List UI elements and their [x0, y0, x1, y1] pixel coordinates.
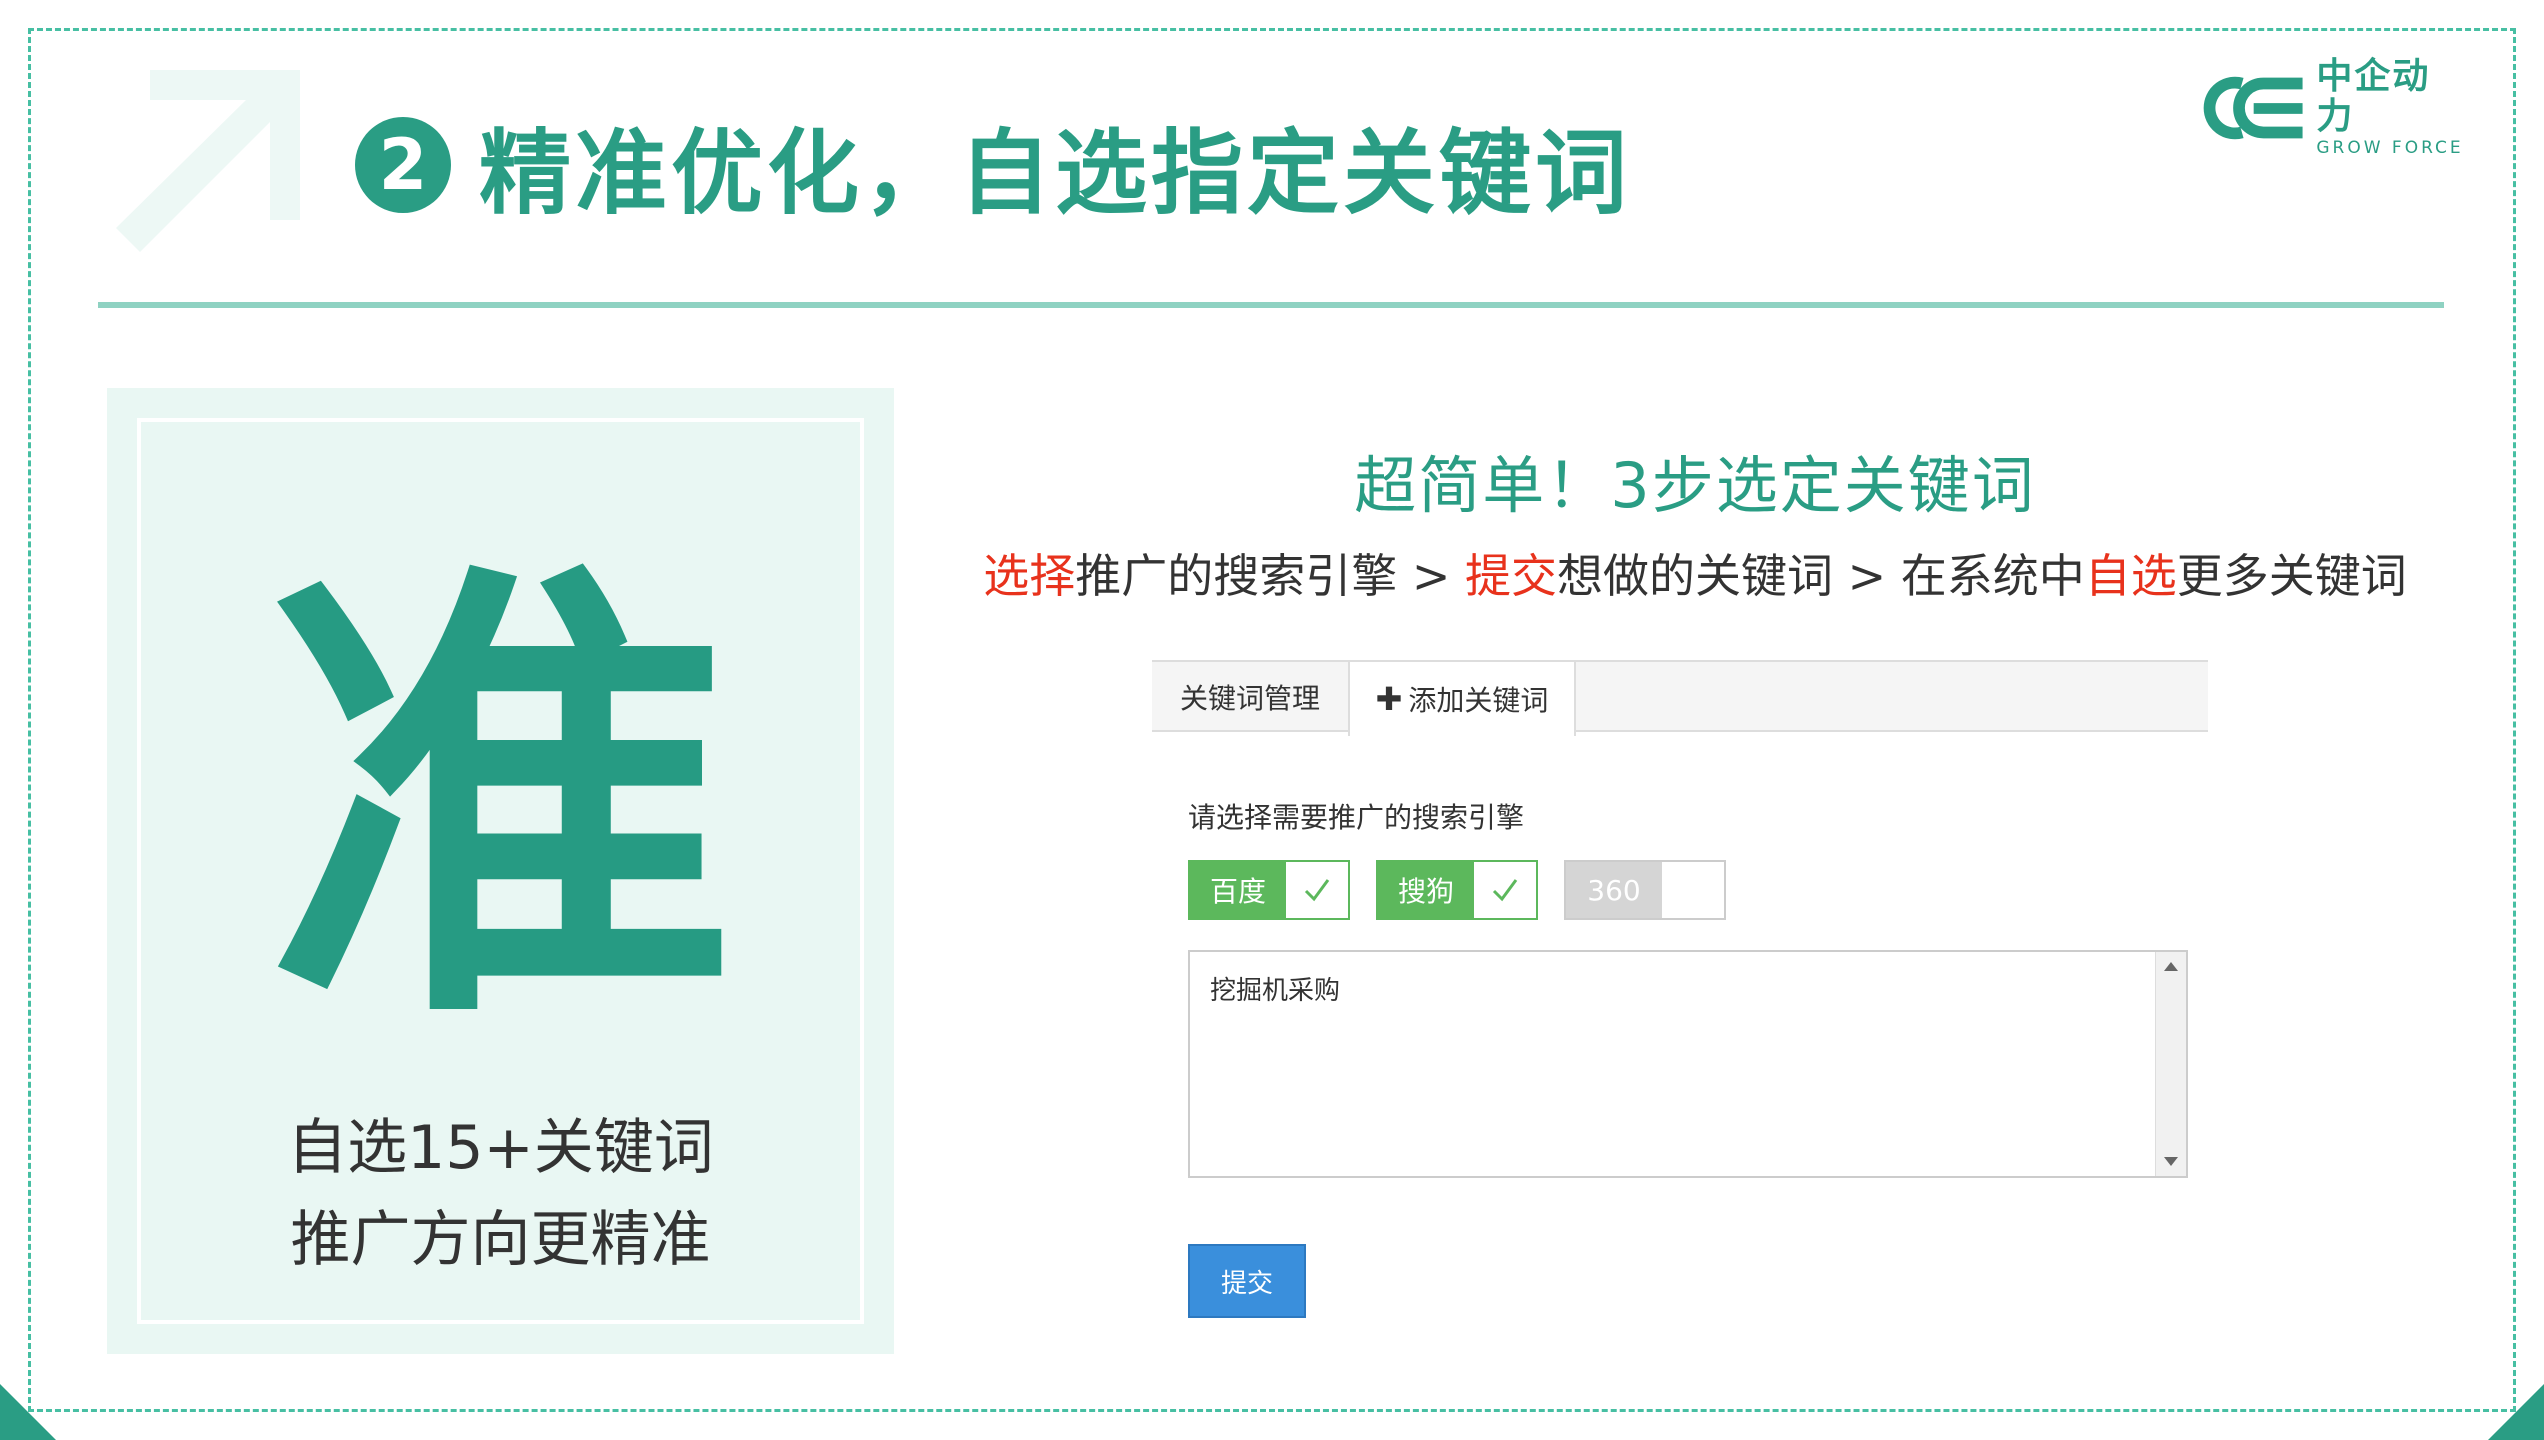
feature-big-character: 准 [265, 528, 736, 1075]
corner-decoration-left [0, 1384, 56, 1440]
empty-check-box [1662, 862, 1724, 918]
textarea-scrollbar[interactable] [2155, 952, 2186, 1176]
step-text-select: 选择 [983, 549, 1076, 603]
keyword-textarea[interactable]: 挖掘机采购 [1188, 950, 2188, 1178]
step-text-choose: 自选 [2084, 549, 2177, 603]
step-text-keyword: 想做的关键词 > 在系统中 [1557, 549, 2085, 603]
submit-button[interactable]: 提交 [1188, 1244, 1306, 1318]
engine-name-sogou: 搜狗 [1378, 862, 1474, 918]
engine-select-label: 请选择需要推广的搜索引擎 [1188, 801, 1525, 834]
feature-caption: 自选15+关键词 推广方向更精准 [141, 1102, 860, 1286]
step-text-engine: 推广的搜索引擎 > [1075, 549, 1465, 603]
checkmark-icon [1286, 862, 1348, 918]
step-text-more: 更多关键词 [2176, 549, 2407, 603]
steps-title: 超简单！3步选定关键词 [1354, 449, 2036, 522]
step-number-badge: 2 [355, 117, 451, 213]
tab-keyword-management-label: 关键词管理 [1179, 682, 1320, 715]
corner-decoration-right [2488, 1384, 2544, 1440]
page-title: 精准优化，自选指定关键词 [479, 119, 1632, 227]
tab-keyword-management[interactable]: 关键词管理 [1152, 660, 1348, 734]
engine-name-baidu: 百度 [1190, 862, 1286, 918]
arrow-decoration-icon [116, 70, 300, 252]
scroll-up-icon[interactable] [2164, 962, 2178, 971]
left-panel-inner-border: 准 自选15+关键词 推广方向更精准 [137, 418, 864, 1324]
plus-icon: ✚ [1375, 680, 1403, 718]
tab-bar: 关键词管理 ✚ 添加关键词 [1152, 660, 2208, 736]
checkmark-icon [1474, 862, 1536, 918]
tab-add-keyword-label: 添加关键词 [1408, 684, 1549, 717]
engine-toggle-sogou[interactable]: 搜狗 [1376, 860, 1538, 920]
page-header: 2 精准优化，自选指定关键词 [355, 100, 1631, 230]
step-text-submit: 提交 [1465, 549, 1557, 603]
header-divider [98, 302, 2444, 308]
logo-text-en: GROW FORCE [2316, 138, 2464, 158]
feature-caption-line2: 推广方向更精准 [290, 1205, 711, 1275]
logo-text-cn: 中企动力 [2316, 56, 2431, 137]
keyword-form-screenshot: 关键词管理 ✚ 添加关键词 请选择需要推广的搜索引擎 百度 搜狗 360 挖掘机… [1152, 660, 2208, 1340]
logo-mark-icon [2203, 76, 2303, 140]
steps-description: 选择推广的搜索引擎 > 提交想做的关键词 > 在系统中自选更多关键词 [955, 540, 2435, 606]
feature-caption-line1: 自选15+关键词 [287, 1113, 714, 1183]
engine-toggle-baidu[interactable]: 百度 [1188, 860, 1350, 920]
engine-name-360: 360 [1566, 862, 1662, 918]
keyword-textarea-value: 挖掘机采购 [1210, 976, 1341, 1006]
scroll-down-icon[interactable] [2164, 1157, 2178, 1166]
engine-toggle-360[interactable]: 360 [1564, 860, 1726, 920]
left-feature-panel: 准 自选15+关键词 推广方向更精准 [107, 388, 894, 1354]
company-logo: 中企动力 GROW FORCE [2195, 57, 2465, 158]
tab-add-keyword[interactable]: ✚ 添加关键词 [1348, 660, 1576, 736]
